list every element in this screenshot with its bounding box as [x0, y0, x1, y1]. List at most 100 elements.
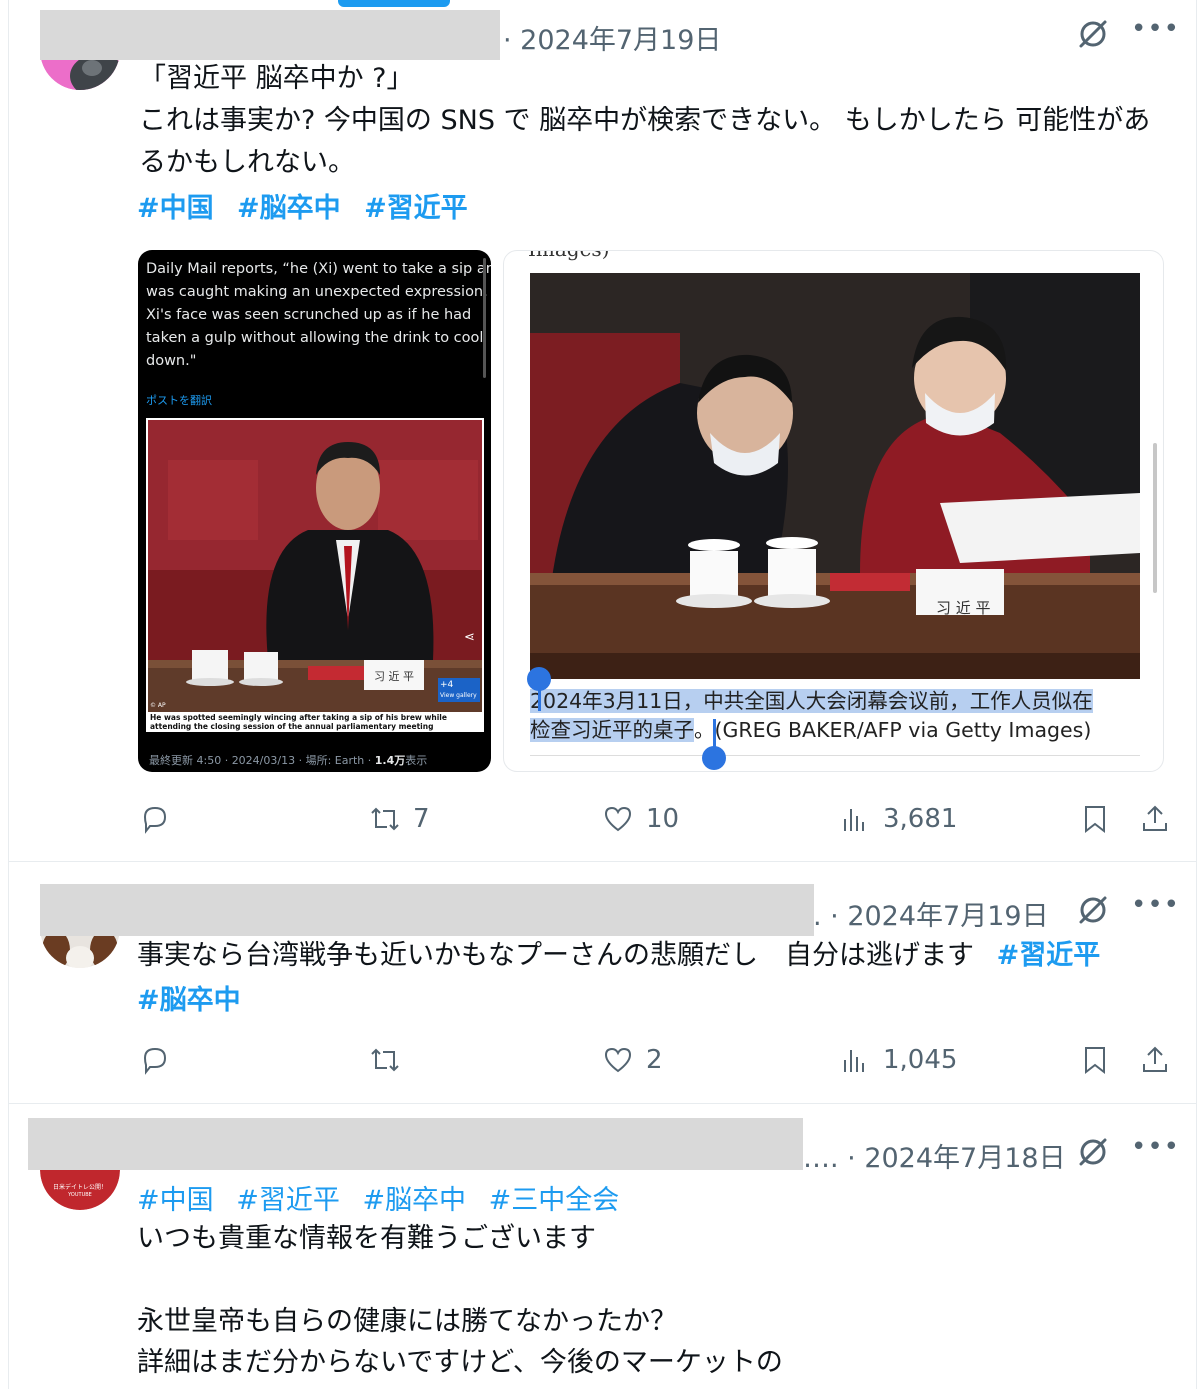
- reply-button[interactable]: [137, 797, 173, 841]
- repost-count: 7: [413, 804, 430, 834]
- hashtag[interactable]: #習近平: [236, 1185, 340, 1216]
- like-count: 10: [646, 804, 680, 834]
- selected-text: 2024年3月11日，中共全国人大会闭幕会议前，工作人员似在: [530, 689, 1093, 713]
- reply-icon: [143, 1047, 167, 1075]
- post-text-line: これは事実か? 今中国の SNS で 脳卒中が検索できない。 もしかしたら 可能…: [139, 105, 1151, 136]
- photo-credit: © AP: [150, 702, 166, 709]
- photo-scene: [530, 273, 1140, 679]
- post-text: 事実なら台湾戦争も近いかもなプーさんの悲願だし 自分は逃げます: [137, 940, 974, 971]
- selection-handle-bar: [538, 683, 541, 711]
- post-text-line: 「習近平 脳卒中か ?」: [139, 63, 414, 94]
- divider: [530, 755, 1140, 756]
- hashtag-row: #中国 #脳卒中 #習近平: [137, 186, 482, 225]
- post-date[interactable]: · 2024年7月19日: [503, 18, 721, 57]
- post-date[interactable]: …. · 2024年7月18日: [803, 1136, 1066, 1175]
- hashtag[interactable]: #脳卒中: [137, 985, 241, 1016]
- selection-handle-end[interactable]: [702, 746, 726, 770]
- quoted-line: was caught making an unexpected expressi…: [146, 284, 488, 300]
- hashtag-row: #中国 #習近平 #脳卒中 #三中全会: [137, 1178, 633, 1217]
- like-count: 2: [646, 1045, 663, 1075]
- post-date[interactable]: . · 2024年7月19日: [813, 894, 1049, 933]
- reply-icon: [143, 806, 167, 834]
- action-bar: 2 1,045: [137, 1038, 1177, 1082]
- photo-scene: [148, 420, 482, 730]
- like-icon: [604, 1047, 632, 1073]
- post[interactable]: . · 2024年7月19日 ••• 事実なら台湾戦争も近いかもなプーさんの悲願…: [9, 862, 1196, 1104]
- translate-link[interactable]: ポストを翻訳: [146, 392, 212, 408]
- avatar-sublabel: YOUTUBE: [68, 1192, 92, 1198]
- repost-button[interactable]: [367, 1038, 403, 1082]
- selected-text: 检查习近平的桌子: [530, 718, 694, 742]
- share-overlay-icon[interactable]: ⋖: [464, 630, 475, 645]
- post[interactable]: 日米デイトレ公開！ YOUTUBE …. · 2024年7月18日 ••• #中…: [9, 1104, 1196, 1389]
- embedded-photo: 习 近 平 ⋖ +4 View gallery © AP: [146, 418, 484, 732]
- grok-icon[interactable]: [1075, 16, 1111, 52]
- media-image-2[interactable]: Images): [503, 250, 1164, 772]
- post[interactable]: · 2024年7月19日 ••• 「習近平 脳卒中か ?」 これは事実か? 今中…: [9, 0, 1196, 862]
- share-icon: [1143, 805, 1167, 831]
- more-icon[interactable]: •••: [1131, 1132, 1180, 1162]
- views-count: 1,045: [883, 1045, 958, 1075]
- action-bar: 7 10 3,681: [137, 797, 1177, 841]
- gallery-label: View gallery: [440, 692, 477, 699]
- reply-button[interactable]: [137, 1038, 173, 1082]
- views-button[interactable]: 3,681: [837, 797, 957, 841]
- timeline-border-right: [1196, 0, 1197, 1389]
- redacted-author: [40, 884, 814, 936]
- hashtag-row: #脳卒中: [137, 978, 255, 1017]
- footer-views-label: 表示: [405, 754, 428, 767]
- repost-icon: [371, 1048, 399, 1072]
- repost-icon: [371, 807, 399, 831]
- like-icon: [604, 806, 632, 832]
- scrollbar: [1153, 443, 1157, 593]
- share-button[interactable]: [1137, 797, 1173, 841]
- media-image-1[interactable]: Daily Mail reports, “he (Xi) went to tak…: [138, 250, 491, 772]
- gallery-badge[interactable]: +4 View gallery: [438, 678, 480, 702]
- hashtag[interactable]: #習近平: [364, 193, 468, 224]
- views-count: 3,681: [883, 804, 958, 834]
- nameplate: 习 近 平: [936, 599, 991, 617]
- like-button[interactable]: 10: [600, 797, 679, 841]
- gallery-count: +4: [440, 680, 454, 690]
- share-icon: [1143, 1046, 1167, 1072]
- caption-rest: 。(GREG BAKER/AFP via Getty Images): [694, 718, 1092, 742]
- hashtag[interactable]: #脳卒中: [362, 1185, 466, 1216]
- share-button[interactable]: [1137, 1038, 1173, 1082]
- views-icon: [844, 1050, 864, 1072]
- more-icon[interactable]: •••: [1131, 890, 1180, 920]
- nameplate: 习 近 平: [374, 670, 414, 683]
- embedded-photo: 习 近 平: [530, 273, 1140, 679]
- more-icon[interactable]: •••: [1131, 14, 1180, 44]
- post-text-line: 事実なら台湾戦争も近いかもなプーさんの悲願だし 自分は逃げます #習近平: [137, 935, 1100, 977]
- cropped-text: Images): [528, 251, 610, 261]
- post-text-line: 詳細はまだ分からないですけど、今後のマーケットの: [137, 1347, 783, 1378]
- avatar-label: 日米デイトレ公開！: [52, 1184, 107, 1191]
- quoted-text: Daily Mail reports, “he (Xi) went to tak…: [146, 258, 491, 373]
- grok-icon[interactable]: [1075, 892, 1111, 928]
- hashtag[interactable]: #脳卒中: [237, 193, 341, 224]
- views-button[interactable]: 1,045: [837, 1038, 957, 1082]
- views-icon: [844, 809, 864, 831]
- footer-meta: 最終更新 4:50 · 2024/03/13 · 場所: Earth ·: [149, 754, 375, 767]
- post-text-line: 永世皇帝も自らの健康には勝てなかったか？: [137, 1306, 677, 1337]
- quoted-line: Daily Mail reports, “he (Xi) went to tak…: [146, 261, 491, 277]
- bookmark-icon: [1085, 1047, 1105, 1075]
- post-text-line: いつも貴重な情報を有難うございます: [137, 1223, 596, 1254]
- bookmark-button[interactable]: [1077, 1038, 1113, 1082]
- hashtag[interactable]: #中国: [137, 193, 214, 224]
- scrollbar: [483, 258, 486, 378]
- quoted-line: Xi's face was seen scrunched up as if he…: [146, 307, 472, 323]
- hashtag[interactable]: #習近平: [997, 940, 1101, 971]
- hashtag[interactable]: #中国: [137, 1185, 214, 1216]
- redacted-author: [40, 10, 500, 60]
- redacted-author: [28, 1118, 803, 1170]
- repost-button[interactable]: 7: [367, 797, 430, 841]
- footer-views: 1.4万: [374, 754, 406, 767]
- like-button[interactable]: 2: [600, 1038, 663, 1082]
- bookmark-icon: [1085, 806, 1105, 834]
- bookmark-button[interactable]: [1077, 797, 1113, 841]
- quoted-line: taken a gulp without allowing the drink …: [146, 330, 484, 346]
- grok-icon[interactable]: [1075, 1134, 1111, 1170]
- hashtag[interactable]: #三中全会: [489, 1185, 620, 1216]
- photo-caption: 2024年3月11日，中共全国人大会闭幕会议前，工作人员似在 检查习近平的桌子。…: [530, 687, 1142, 745]
